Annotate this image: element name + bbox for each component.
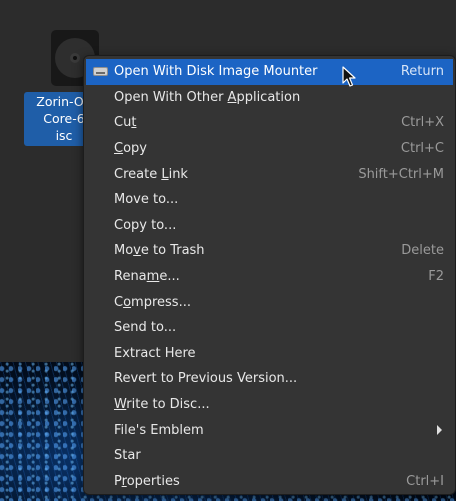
menu-item-move-to[interactable]: Move to... [84,187,455,213]
menu-item-open-with-disk-image-mounter[interactable]: Open With Disk Image Mounter Return [86,59,453,85]
menu-item-extract-here[interactable]: Extract Here [84,341,455,367]
menu-item-move-to-trash[interactable]: Move to Trash Delete [84,238,455,264]
mouse-pointer-icon [342,66,356,87]
context-menu: Open With Disk Image Mounter Return Open… [83,55,456,495]
drive-icon [93,67,108,76]
menu-item-copy-to[interactable]: Copy to... [84,213,455,239]
menu-item-open-with-other-application[interactable]: Open With Other Application [84,85,455,111]
shortcut-cut: Ctrl+X [401,115,444,131]
menu-item-copy[interactable]: Copy Ctrl+C [84,136,455,162]
shortcut-return: Return [400,64,444,80]
menu-item-write-to-disc[interactable]: Write to Disc... [84,392,455,418]
menu-item-files-emblem[interactable]: File's Emblem [84,417,455,443]
shortcut-create-link: Shift+Ctrl+M [358,166,444,182]
menu-item-cut[interactable]: Cut Ctrl+X [84,110,455,136]
menu-item-star[interactable]: Star [84,443,455,469]
shortcut-rename: F2 [428,269,444,285]
menu-item-create-link[interactable]: Create Link Shift+Ctrl+M [84,161,455,187]
shortcut-copy: Ctrl+C [400,141,444,157]
shortcut-properties: Ctrl+I [406,473,444,489]
submenu-arrow-icon [437,425,442,436]
menu-item-properties[interactable]: Properties Ctrl+I [84,469,455,495]
menu-item-revert-to-previous-version[interactable]: Revert to Previous Version... [84,366,455,392]
menu-item-compress[interactable]: Compress... [84,289,455,315]
menu-item-send-to[interactable]: Send to... [84,315,455,341]
shortcut-delete: Delete [401,243,444,259]
menu-item-rename[interactable]: Rename... F2 [84,264,455,290]
